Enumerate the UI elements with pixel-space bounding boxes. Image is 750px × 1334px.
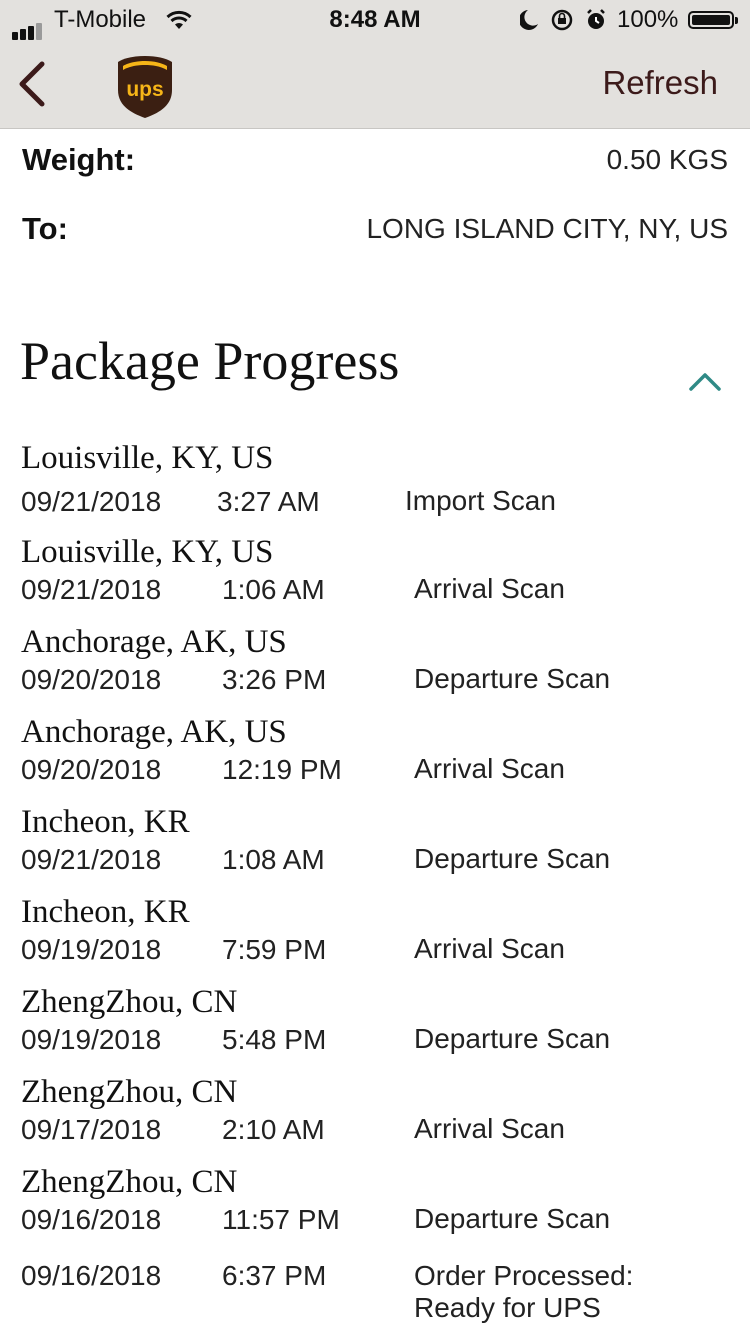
event-description: Departure Scan [414, 843, 611, 874]
event-time: 6:37 PM [222, 1260, 327, 1291]
event-description: Order Processed: [414, 1260, 634, 1291]
event-description: Departure Scan [414, 663, 611, 694]
event-location: Louisville, KY, US [21, 534, 274, 570]
event-time: 11:57 PM [222, 1204, 340, 1235]
event-location: ZhengZhou, CN [21, 1164, 238, 1200]
event-date: 09/16/2018 [21, 1204, 162, 1235]
event-time: 5:48 PM [222, 1024, 327, 1055]
event-time: 12:19 PM [222, 754, 342, 785]
event-date: 09/19/2018 [21, 934, 162, 965]
event-location: ZhengZhou, CN [21, 984, 238, 1020]
event-date: 09/21/2018 [21, 574, 162, 605]
event-time: 3:27 AM [217, 486, 320, 517]
event-description: Arrival Scan [414, 1113, 565, 1144]
moon-icon [518, 10, 538, 30]
weight-value: 0.50 KGS [606, 144, 728, 175]
event-location: ZhengZhou, CN [21, 1074, 238, 1110]
event-date: 09/20/2018 [21, 754, 162, 785]
event-date: 09/19/2018 [21, 1024, 162, 1055]
event-description: Departure Scan [414, 1023, 611, 1054]
event-description: Arrival Scan [414, 573, 565, 604]
chevron-up-icon [689, 373, 721, 391]
event-description: Arrival Scan [414, 933, 565, 964]
status-bar: T-Mobile 8:48 AM 100% [0, 0, 750, 40]
collapse-button[interactable] [688, 370, 722, 397]
ups-logo: ups [116, 54, 174, 125]
nav-bar: ups Refresh [0, 40, 750, 129]
chevron-left-icon [19, 61, 45, 107]
event-description: Arrival Scan [414, 753, 565, 784]
event-description: Import Scan [405, 485, 556, 516]
event-location: Louisville, KY, US [21, 440, 274, 476]
event-time: 1:08 AM [222, 844, 325, 875]
alarm-icon [587, 9, 605, 29]
event-date: 09/21/2018 [21, 486, 162, 517]
event-location: Incheon, KR [21, 894, 190, 930]
event-location: Incheon, KR [21, 804, 190, 840]
destination-label: To: [22, 211, 68, 246]
event-description: Departure Scan [414, 1203, 611, 1234]
weight-row: Weight: 0.50 KGS [22, 142, 728, 178]
status-icons [518, 8, 610, 39]
package-progress-title: Package Progress [20, 331, 400, 391]
svg-text:ups: ups [126, 78, 163, 101]
event-date: 09/16/2018 [21, 1260, 162, 1291]
event-date: 09/21/2018 [21, 844, 162, 875]
event-time: 2:10 AM [222, 1114, 325, 1145]
refresh-button[interactable]: Refresh [602, 64, 718, 102]
battery-percent: 100% [617, 6, 679, 33]
weight-label: Weight: [22, 142, 136, 177]
event-date: 09/20/2018 [21, 664, 162, 695]
event-location: Anchorage, AK, US [21, 714, 287, 750]
destination-value: LONG ISLAND CITY, NY, US [366, 213, 728, 244]
event-description-line2: Ready for UPS [414, 1292, 601, 1323]
destination-row: To: LONG ISLAND CITY, NY, US [22, 211, 728, 247]
rotation-lock-icon [551, 9, 573, 31]
event-time: 3:26 PM [222, 664, 327, 695]
event-time: 7:59 PM [222, 934, 327, 965]
event-date: 09/17/2018 [21, 1114, 162, 1145]
back-button[interactable] [14, 60, 54, 108]
event-time: 1:06 AM [222, 574, 325, 605]
battery-icon [688, 11, 738, 29]
event-location: Anchorage, AK, US [21, 624, 287, 660]
